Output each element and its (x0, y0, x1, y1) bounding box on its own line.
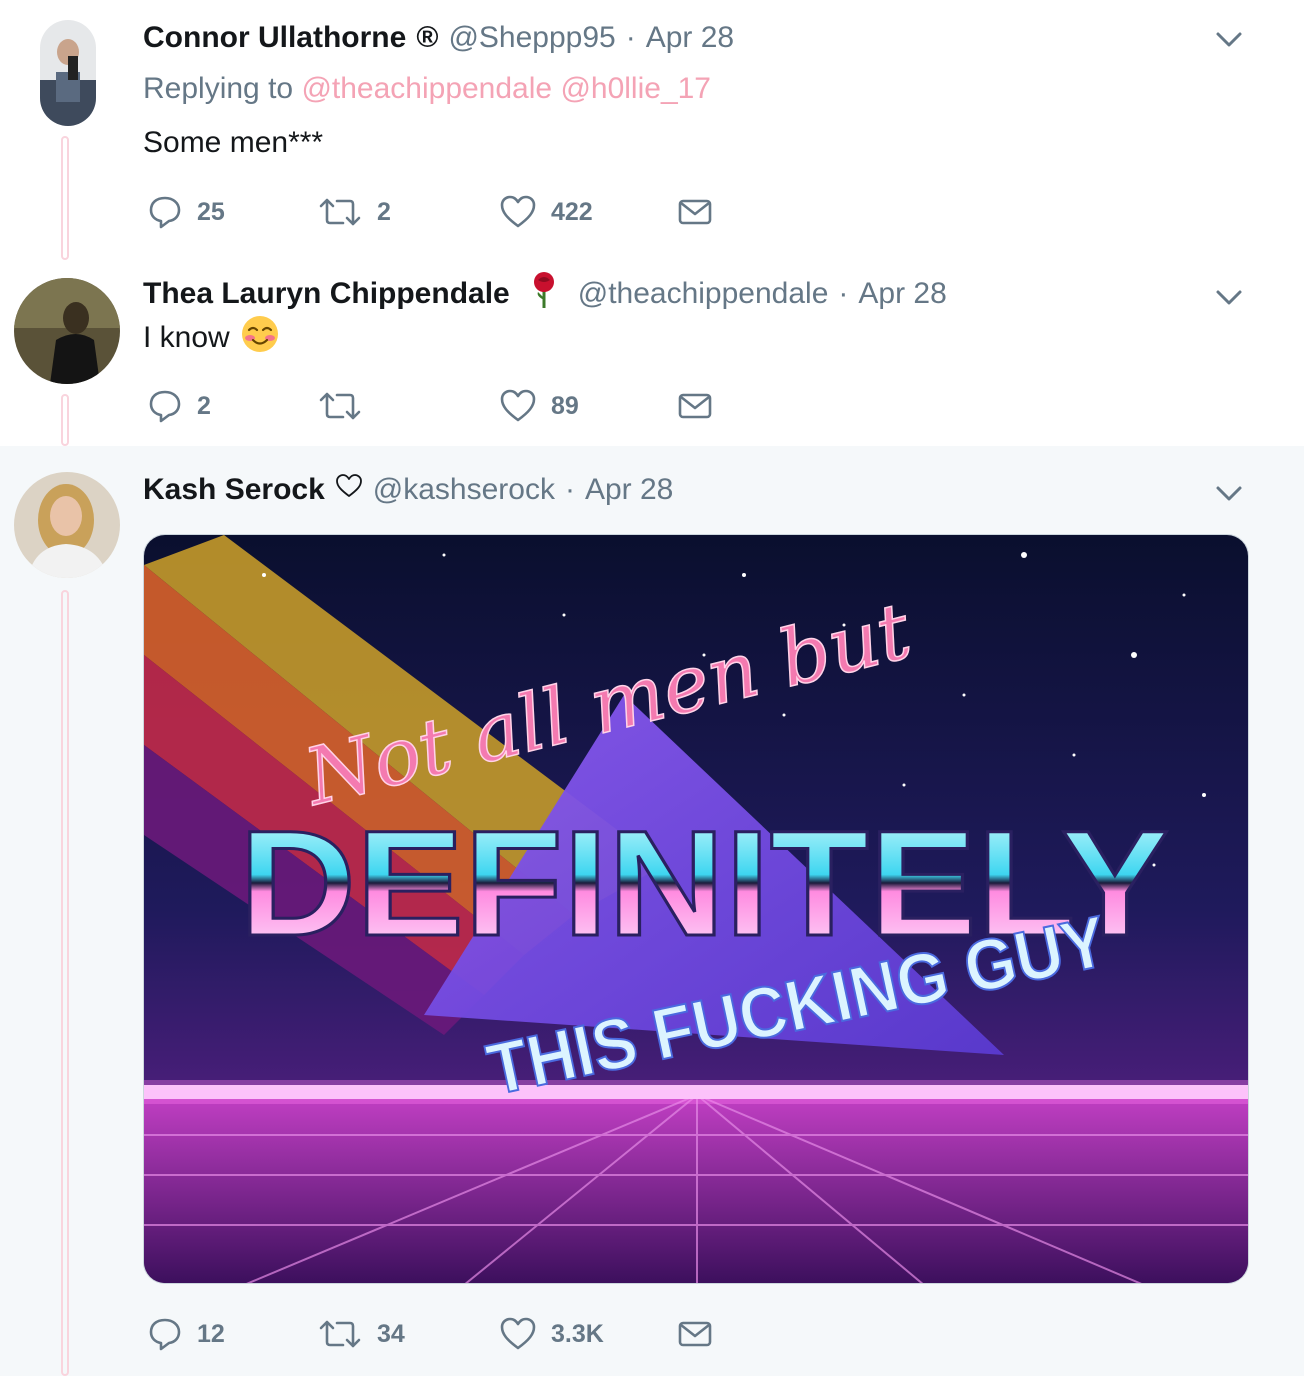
reply-icon (149, 1318, 181, 1351)
tweet-text-content: I know (143, 321, 230, 354)
heart-icon (500, 389, 536, 422)
chevron-down-icon[interactable] (1212, 22, 1246, 56)
reply-mention-1[interactable]: @theachippendale (301, 72, 552, 105)
tweet-date[interactable]: Apr 28 (585, 473, 673, 507)
retweet-count: 34 (377, 1319, 405, 1348)
user-handle[interactable]: @theachippendale (578, 277, 829, 311)
retweet-button[interactable]: 2 (317, 190, 391, 234)
envelope-icon (678, 199, 712, 225)
thread-line (61, 394, 69, 446)
avatar[interactable] (14, 278, 120, 384)
like-button[interactable]: 3.3K (499, 1312, 604, 1356)
display-name[interactable]: Connor Ullathorne (143, 21, 406, 55)
retweet-icon (319, 198, 361, 226)
tweet-thea[interactable]: Thea Lauryn Chippendale @theachippendale… (0, 260, 1304, 446)
tweet-text: I know (143, 316, 280, 358)
rose-emoji (530, 270, 558, 318)
heart-icon (500, 195, 536, 228)
like-button[interactable]: 89 (499, 384, 579, 428)
reply-icon (149, 390, 181, 423)
reply-button[interactable]: 25 (147, 190, 225, 234)
reply-icon (149, 196, 181, 229)
smiling-face-emoji (240, 314, 280, 362)
retweet-icon (319, 1320, 361, 1348)
like-count: 89 (551, 391, 579, 420)
tweet-text: Some men*** (143, 126, 323, 160)
tweet-media-image[interactable]: Not all men but DEFINITELY THIS FUCKING … (143, 534, 1249, 1284)
direct-message-button[interactable] (677, 384, 713, 428)
registered-badge: ® (416, 21, 439, 54)
like-count: 422 (551, 197, 593, 226)
tweet-header: Kash Serock @kashserock · Apr 28 (143, 470, 673, 510)
tweet-text-content: Some men*** (143, 126, 324, 159)
thread-line (61, 136, 69, 260)
tweet-actions: 12 34 3.3K (143, 1312, 743, 1356)
reply-button[interactable]: 2 (147, 384, 211, 428)
separator-dot: · (564, 473, 575, 506)
chevron-down-icon[interactable] (1212, 280, 1246, 314)
separator-dot: · (625, 21, 636, 54)
chevron-down-icon[interactable] (1212, 476, 1246, 510)
avatar[interactable] (14, 472, 120, 578)
replying-label: Replying to (143, 72, 294, 105)
envelope-icon (678, 393, 712, 419)
tweet-actions: 2 89 (143, 384, 743, 428)
heart-outline-icon (335, 473, 363, 507)
tweet-date[interactable]: Apr 28 (858, 277, 946, 311)
display-name[interactable]: Kash Serock (143, 473, 325, 507)
envelope-icon (678, 1321, 712, 1347)
display-name[interactable]: Thea Lauryn Chippendale (143, 277, 510, 311)
tweet-header: Thea Lauryn Chippendale @theachippendale… (143, 272, 947, 314)
tweet-header: Connor Ullathorne ® @Sheppp95 · Apr 28 (143, 18, 734, 58)
retweet-button[interactable] (317, 384, 377, 428)
retweet-icon (319, 392, 361, 420)
replying-to: Replying to @theachippendale @h0llie_17 (143, 72, 711, 106)
tweet-date[interactable]: Apr 28 (646, 21, 734, 55)
reply-button[interactable]: 12 (147, 1312, 225, 1356)
tweet-actions: 25 2 422 (143, 190, 743, 234)
reply-count: 12 (197, 1319, 225, 1348)
reply-mention-2[interactable]: @h0llie_17 (560, 72, 711, 105)
reply-count: 25 (197, 197, 225, 226)
thread-line (61, 590, 69, 1376)
separator-dot: · (838, 277, 849, 310)
user-handle[interactable]: @kashserock (373, 473, 555, 507)
heart-icon (500, 1317, 536, 1350)
direct-message-button[interactable] (677, 1312, 713, 1356)
retweet-count: 2 (377, 197, 391, 226)
like-count: 3.3K (551, 1319, 604, 1348)
reply-count: 2 (197, 391, 211, 420)
like-button[interactable]: 422 (499, 190, 593, 234)
avatar[interactable] (40, 20, 96, 126)
tweet-connor[interactable]: Connor Ullathorne ® @Sheppp95 · Apr 28 R… (0, 0, 1304, 260)
direct-message-button[interactable] (677, 190, 713, 234)
user-handle[interactable]: @Sheppp95 (448, 21, 615, 55)
retweet-button[interactable]: 34 (317, 1312, 405, 1356)
